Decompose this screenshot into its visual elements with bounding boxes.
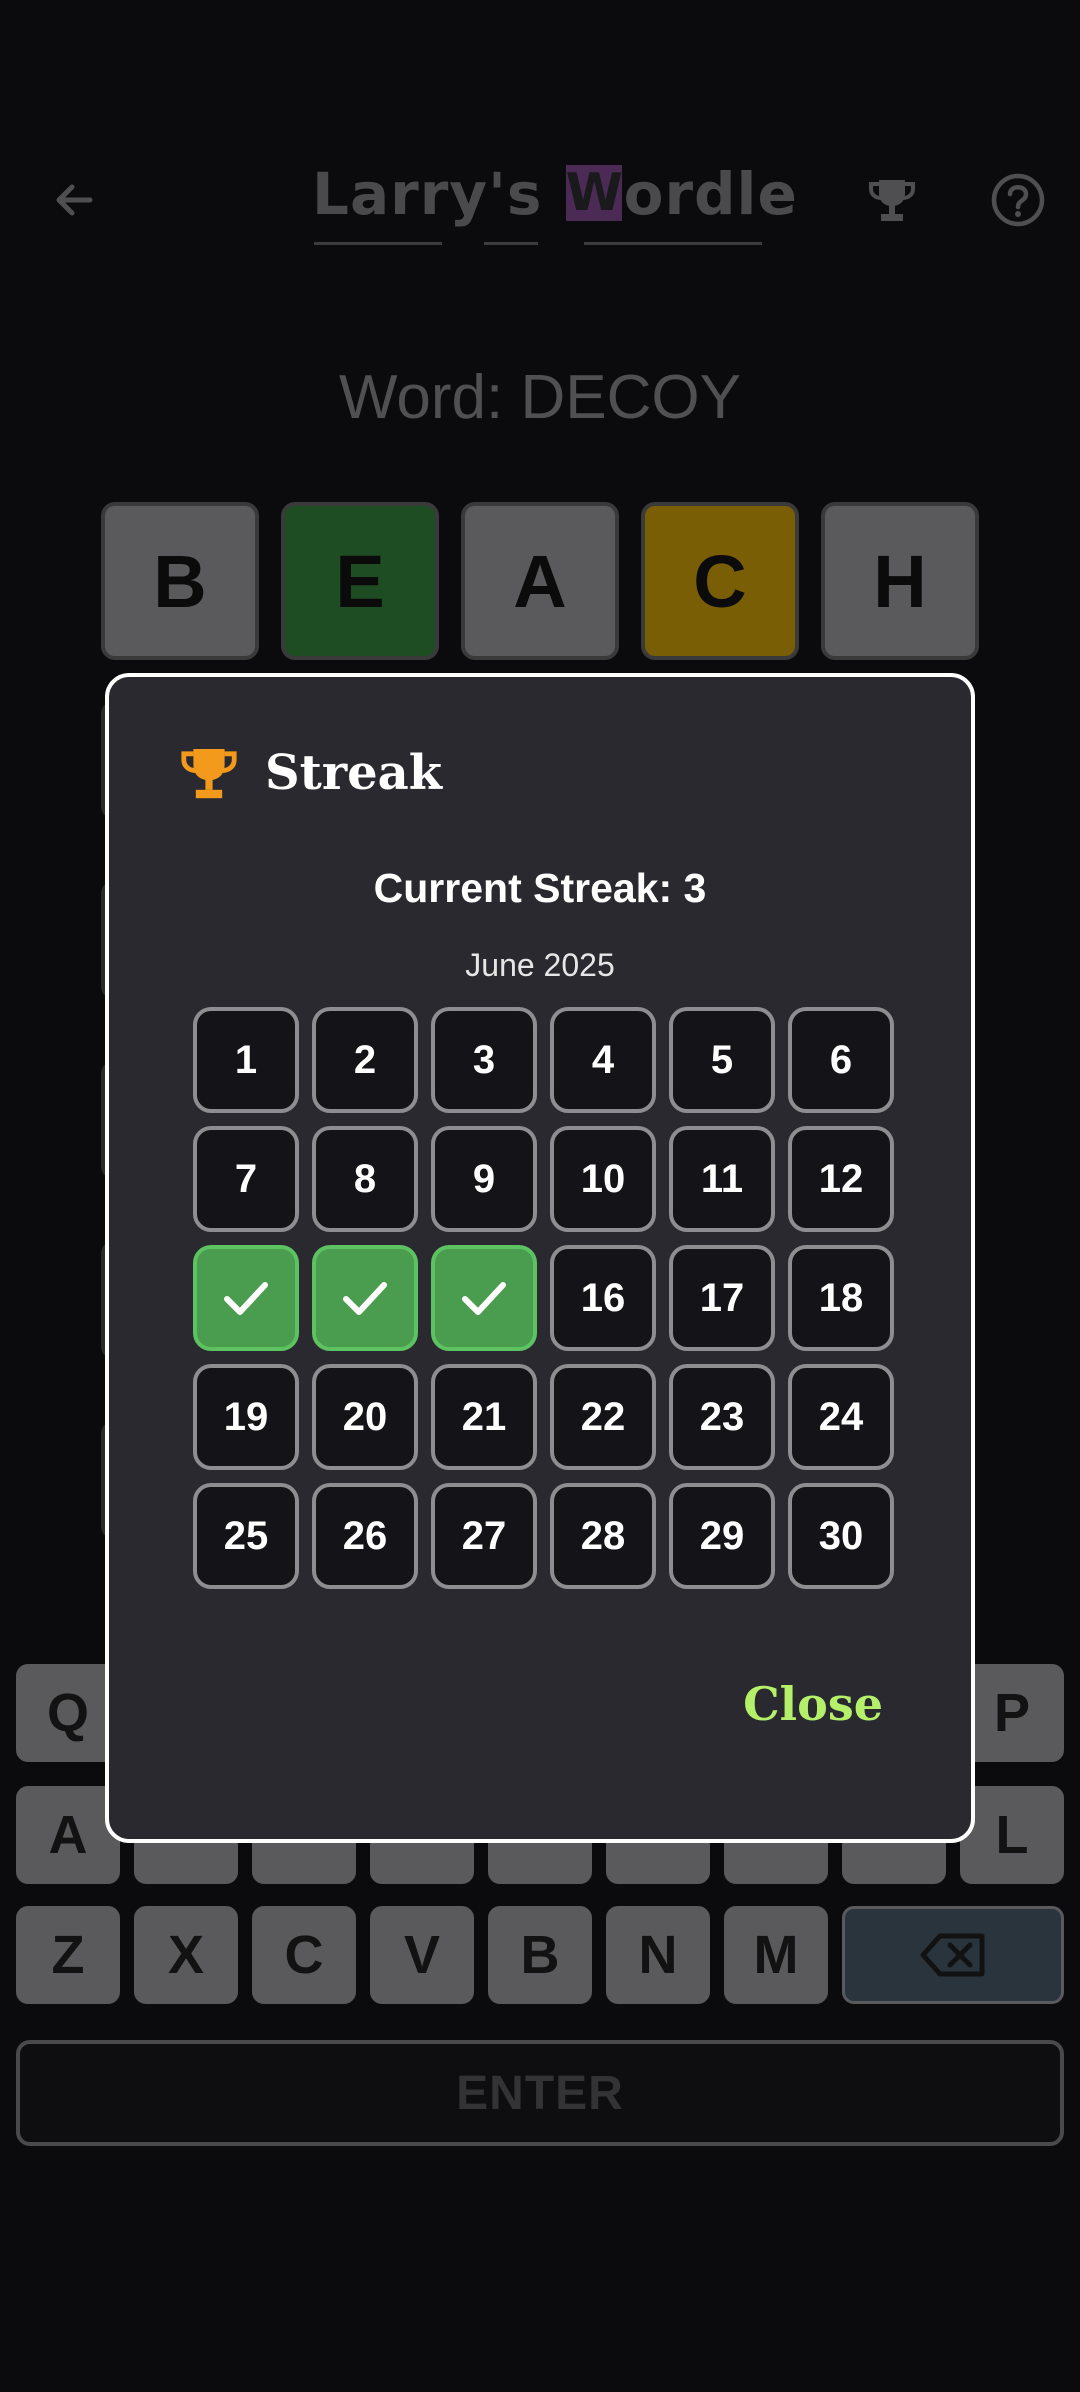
logo-underline [314,242,442,245]
guess-tile: E [281,502,439,660]
enter-button[interactable]: ENTER [16,2040,1064,2146]
checkmark-icon [462,1282,506,1315]
calendar-day: 26 [312,1483,418,1589]
calendar-day: 16 [550,1245,656,1351]
app-logo: Larry's Wordle [312,160,797,250]
calendar-day: 23 [669,1364,775,1470]
calendar-day: 3 [431,1007,537,1113]
logo-underline [584,242,762,245]
calendar-day: 20 [312,1364,418,1470]
calendar-day: 19 [193,1364,299,1470]
close-button[interactable]: Close [743,1677,883,1731]
logo-text-1: Larry's [312,160,564,228]
calendar-day: 6 [788,1007,894,1113]
calendar-day: 17 [669,1245,775,1351]
app-header: Larry's Wordle [0,150,1080,250]
calendar-day: 28 [550,1483,656,1589]
logo-w: W [565,163,624,223]
calendar-day-completed [312,1245,418,1351]
current-streak-text: Current Streak: 3 [373,865,707,911]
calendar-day-completed [193,1245,299,1351]
target-word-label: Word: DECOY [339,363,741,432]
calendar-day: 29 [669,1483,775,1589]
guess-tile: B [101,502,259,660]
calendar-month: June 2025 [465,947,615,983]
streak-calendar: 1 2 3 4 5 6 7 8 9 10 11 12 16 17 18 19 20 21 22 23 24 25 26 27 2… [193,1007,894,1589]
calendar-day: 21 [431,1364,537,1470]
arrow-left-icon [56,184,93,216]
guess-tile: H [821,502,979,660]
calendar-day: 18 [788,1245,894,1351]
logo-text-2: ordle [623,160,798,228]
guess-tile: A [461,502,619,660]
backspace-key[interactable] [842,1906,1064,2004]
key-m[interactable]: M [724,1906,828,2004]
key-x[interactable]: X [134,1906,238,2004]
calendar-day: 8 [312,1126,418,1232]
key-l[interactable]: L [960,1786,1064,1884]
trophy-icon [181,749,237,799]
key-n[interactable]: N [606,1906,710,2004]
key-v[interactable]: V [370,1906,474,2004]
calendar-day-completed [431,1245,537,1351]
key-z[interactable]: Z [16,1906,120,2004]
key-c[interactable]: C [252,1906,356,2004]
calendar-day: 10 [550,1126,656,1232]
calendar-day: 1 [193,1007,299,1113]
guess-tile: C [641,502,799,660]
streak-dialog: Streak Current Streak: 3 June 2025 12345… [105,673,975,1843]
checkmark-icon [343,1282,387,1315]
calendar-day: 7 [193,1126,299,1232]
help-button[interactable] [988,170,1048,230]
calendar-day: 2 [312,1007,418,1113]
calendar-day: 27 [431,1483,537,1589]
calendar-day: 22 [550,1364,656,1470]
calendar-day: 24 [788,1364,894,1470]
backspace-icon [920,1933,985,1977]
dialog-title: Streak [265,745,443,801]
calendar-day: 9 [431,1126,537,1232]
guess-row: BEACH [101,502,979,660]
calendar-day: 25 [193,1483,299,1589]
key-b[interactable]: B [488,1906,592,2004]
calendar-day: 11 [669,1126,775,1232]
calendar-day: 30 [788,1483,894,1589]
back-button[interactable] [44,170,104,230]
calendar-day: 4 [550,1007,656,1113]
logo-underline [484,242,538,245]
keyboard-row-3: ZXCVBNM [16,1906,1064,2004]
help-circle-icon [991,173,1045,227]
calendar-day: 12 [788,1126,894,1232]
dialog-header: Streak [179,743,442,803]
key-p[interactable]: P [960,1664,1064,1762]
trophy-icon [869,180,915,221]
calendar-day: 5 [669,1007,775,1113]
trophy-button[interactable] [862,170,922,230]
checkmark-icon [224,1282,268,1315]
